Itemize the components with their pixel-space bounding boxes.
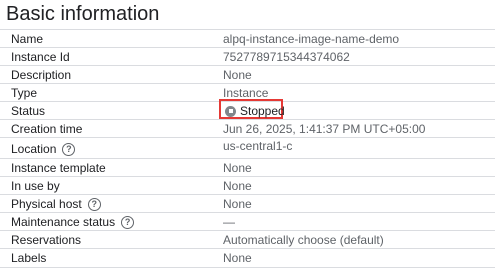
basic-information-panel: Basic information Name alpq-instance-ima…: [0, 0, 495, 273]
stopped-icon: [225, 105, 236, 117]
row-label: Status: [11, 104, 46, 118]
row-label: Description: [11, 68, 72, 82]
row-label-text: Maintenance status: [11, 215, 116, 229]
info-row-location: Location ? us-central1-c: [0, 139, 495, 158]
row-label: Instance template: [11, 161, 106, 175]
row-label: Creation time: [11, 122, 83, 136]
row-label: Instance Id: [11, 50, 70, 64]
section-title: Basic information: [6, 3, 160, 25]
info-row-creation-time: Creation time Jun 26, 2025, 1:41:37 PM U…: [0, 120, 495, 138]
row-value: Jun 26, 2025, 1:41:37 PM UTC+05:00: [223, 122, 426, 136]
info-row-reservations: Reservations Automatically choose (defau…: [0, 231, 495, 249]
help-icon[interactable]: ?: [62, 142, 76, 156]
row-label: Location ?: [11, 140, 76, 158]
row-label: Reservations: [11, 233, 82, 247]
info-row-description: Description None: [0, 66, 495, 84]
row-label: Physical host ?: [11, 195, 101, 213]
row-label: Maintenance status ?: [11, 213, 135, 231]
info-row-maintenance-status: Maintenance status ? —: [0, 213, 495, 231]
row-label-text: Physical host: [11, 197, 82, 211]
info-row-in-use-by: In use by None: [0, 177, 495, 195]
row-value: —: [223, 215, 235, 229]
row-value: None: [223, 197, 252, 211]
info-row-status: Status Stopped: [0, 99, 495, 120]
status-text: Stopped: [240, 104, 285, 118]
row-label: In use by: [11, 179, 60, 193]
row-value: 7527789715344374062: [223, 50, 350, 64]
status-value: Stopped: [223, 102, 285, 120]
row-value: Automatically choose (default): [223, 233, 384, 247]
row-label: Name: [11, 32, 44, 46]
divider: [0, 267, 495, 268]
row-value: None: [223, 68, 252, 82]
help-icon[interactable]: ?: [121, 215, 135, 229]
row-value: None: [223, 161, 252, 175]
row-label-text: Location: [11, 142, 57, 156]
row-value: None: [223, 179, 252, 193]
info-row-labels: Labels None: [0, 249, 495, 267]
help-icon[interactable]: ?: [87, 197, 101, 211]
row-value: None: [223, 251, 252, 265]
row-value: us-central1-c: [223, 139, 293, 153]
row-label: Type: [11, 86, 38, 100]
row-value: alpq-instance-image-name-demo: [223, 32, 400, 46]
row-label: Labels: [11, 251, 47, 265]
info-row-instance-id: Instance Id 7527789715344374062: [0, 48, 495, 66]
info-row-physical-host: Physical host ? None: [0, 195, 495, 213]
info-row-instance-template: Instance template None: [0, 159, 495, 177]
info-row-name: Name alpq-instance-image-name-demo: [0, 30, 495, 48]
